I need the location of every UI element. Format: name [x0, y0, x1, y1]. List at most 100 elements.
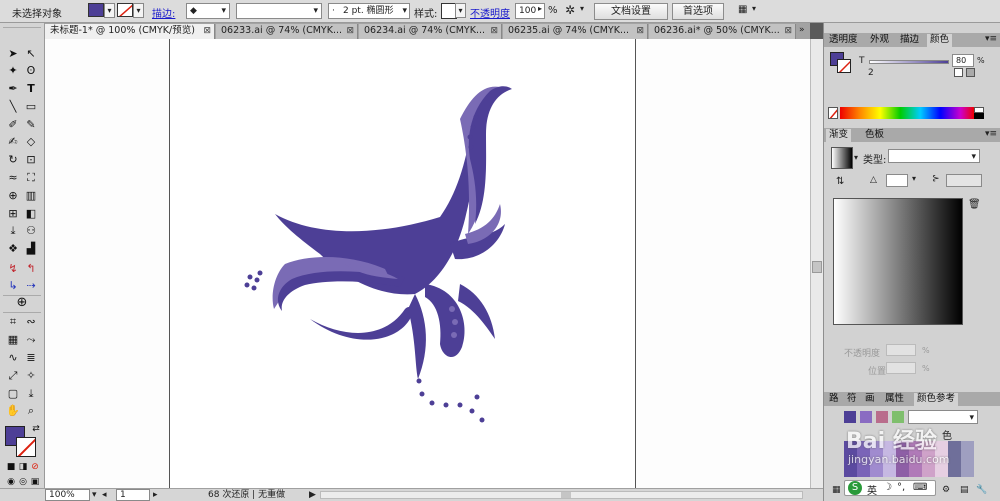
opacity-arrow[interactable]: ▸ — [538, 4, 542, 13]
symbol-sprayer-icon[interactable]: ❖ — [5, 242, 21, 256]
tint-value[interactable]: 80 — [952, 54, 974, 67]
tools-icon[interactable]: 🔧 — [976, 485, 987, 495]
toolbar-stroke-swatch[interactable] — [16, 437, 36, 457]
tab-brushes[interactable]: 画 — [862, 393, 878, 406]
zoom-field[interactable]: 100% — [45, 489, 90, 501]
custom-tool-red-icon[interactable]: ↯ — [5, 262, 21, 276]
gradient-thumbnail[interactable] — [831, 147, 853, 169]
custom-tool-blue-icon[interactable]: ↳ — [5, 279, 21, 293]
tab-pathfinder[interactable]: 路 — [826, 393, 842, 406]
gradient-opacity-field[interactable] — [886, 344, 916, 356]
page-field[interactable]: 1 — [116, 489, 150, 501]
close-tab-icon[interactable]: ⊠ — [203, 24, 211, 38]
close-tab-icon[interactable]: ⊠ — [784, 24, 792, 38]
ime-moon-icon[interactable]: ☽ — [883, 482, 892, 493]
mesh-tool-icon[interactable]: ⊞ — [5, 207, 21, 221]
rectangle-tool-icon[interactable]: ▭ — [23, 100, 39, 114]
horizontal-scrollbar[interactable] — [320, 491, 803, 499]
websafe-icon[interactable] — [966, 68, 975, 77]
tab-document-1[interactable]: 未标题-1* @ 100% (CMYK/预览) ⊠ — [45, 24, 215, 39]
line-tool-icon[interactable]: ╲ — [5, 100, 21, 114]
magic-wand-icon[interactable]: ✦ — [5, 64, 21, 78]
perspective-grid-icon[interactable]: ▥ — [23, 189, 39, 203]
ime-punct-icon[interactable]: °, — [897, 482, 905, 493]
octopus-artwork[interactable] — [170, 39, 635, 488]
color-spectrum[interactable] — [840, 107, 974, 119]
variable-width-field[interactable]: ▾ — [236, 3, 322, 19]
tab-gradient[interactable]: 渐变 — [826, 129, 852, 142]
reverse-gradient-icon[interactable]: ⇅ — [836, 176, 844, 187]
knife-tool-icon[interactable]: ⤳ — [23, 333, 39, 347]
zoom-dropdown[interactable]: ▾ — [92, 489, 97, 501]
tab-document-5[interactable]: 06236.ai* @ 50% (CMYK... ⊠ — [649, 24, 796, 39]
eyedropper-2-icon[interactable]: ⤓ — [23, 387, 39, 401]
paintbrush-icon[interactable]: ✐ — [5, 118, 21, 132]
screen-mode-icon[interactable]: ▣ — [27, 475, 43, 489]
swap-colors-icon[interactable]: ⇄ — [28, 422, 44, 436]
close-tab-icon[interactable]: ⊠ — [490, 24, 498, 38]
hand-tool-icon[interactable]: ✋ — [5, 404, 21, 418]
hscroll-thumb[interactable] — [561, 492, 571, 498]
tab-attributes[interactable]: 属性 — [882, 393, 907, 406]
harmony-select[interactable]: ▾ — [908, 410, 978, 424]
custom-tool-red-2-icon[interactable]: ↰ — [23, 262, 39, 276]
location-field[interactable] — [886, 362, 916, 374]
arrange-dropdown[interactable]: ▾ — [752, 4, 756, 13]
target-icon[interactable]: ⊕ — [14, 296, 30, 310]
tint-slider[interactable] — [869, 60, 949, 64]
brush-definition-field[interactable]: · 2 pt. 椭圆形 ▾ — [328, 3, 410, 19]
tab-document-4[interactable]: 06235.ai @ 74% (CMYK... ⊠ — [503, 24, 648, 39]
close-tab-icon[interactable]: ⊠ — [636, 24, 644, 38]
gradient-thumb-dropdown[interactable]: ▾ — [854, 153, 858, 162]
tab-color-guide[interactable]: 颜色参考 — [914, 393, 959, 406]
black-swatch[interactable] — [974, 113, 984, 119]
artboard[interactable] — [169, 39, 636, 488]
zoom-tool-icon[interactable]: ⌕ — [23, 404, 39, 418]
fill-swatch[interactable] — [88, 3, 104, 17]
gradient-preview[interactable] — [833, 198, 963, 325]
edit-colors-icon[interactable]: ⚙ — [942, 485, 950, 495]
slice-tool-icon[interactable]: ∾ — [23, 315, 39, 329]
angle-dropdown[interactable]: ▾ — [912, 174, 916, 183]
eyedropper-icon[interactable]: ⤓ — [5, 224, 21, 238]
preferences-button[interactable]: 首选项 — [672, 3, 724, 20]
artboard-tool-icon[interactable]: ⌗ — [5, 315, 21, 329]
guide-swatch-2[interactable] — [876, 411, 888, 423]
free-transform-icon[interactable]: ⛶ — [23, 171, 39, 185]
tab-color[interactable]: 颜色 — [927, 34, 953, 47]
vertical-scrollbar[interactable] — [810, 39, 823, 488]
tab-document-2[interactable]: 06233.ai @ 74% (CMYK... ⊠ — [216, 24, 358, 39]
angle-field[interactable] — [886, 174, 908, 187]
trash-icon[interactable]: 🗑 — [968, 199, 981, 210]
gradient-menu-icon[interactable]: ▾≡ — [985, 129, 997, 139]
tab-swatches[interactable]: 色板 — [862, 129, 887, 142]
stroke-swatch[interactable] — [117, 3, 133, 17]
ime-logo-icon[interactable]: S — [848, 481, 862, 495]
none-mode-icon[interactable]: ⊘ — [27, 460, 43, 474]
live-paint-icon[interactable]: ≣ — [23, 351, 39, 365]
guide-footer-icon[interactable]: ▦ — [832, 485, 841, 495]
stroke-dropdown[interactable]: ▾ — [133, 3, 144, 18]
stroke-link[interactable]: 描边: — [152, 5, 175, 20]
pencil-icon[interactable]: ✎ — [23, 118, 39, 132]
guide-swatch-3[interactable] — [892, 411, 904, 423]
tab-appearance[interactable]: 外观 — [867, 34, 892, 47]
rotate-tool-icon[interactable]: ↻ — [5, 153, 21, 167]
selection-tool-icon[interactable]: ➤ — [5, 47, 21, 61]
panel-menu-icon[interactable]: ▾≡ — [985, 34, 997, 44]
custom-tool-blue-2-icon[interactable]: ⇢ — [23, 279, 39, 293]
eraser-icon[interactable]: ◇ — [23, 135, 39, 149]
blob-brush-icon[interactable]: ✍ — [5, 135, 21, 149]
doc-setup-button[interactable]: 文档设置 — [594, 3, 668, 20]
gradient-type-select[interactable]: ▾ — [888, 149, 980, 163]
tab-symbols[interactable]: 符 — [844, 393, 860, 406]
crop-tool-icon[interactable]: ▢ — [5, 387, 21, 401]
arrange-icon[interactable]: ▦ — [738, 4, 747, 15]
gradient-tool-icon[interactable]: ◧ — [23, 207, 39, 221]
tab-document-3[interactable]: 06234.ai @ 74% (CMYK... ⊠ — [359, 24, 502, 39]
stroke-weight-field[interactable]: ◆ ▾ — [186, 3, 230, 19]
type-tool-icon[interactable]: T — [23, 82, 39, 96]
scroll-thumb[interactable] — [812, 261, 822, 273]
none-color-icon[interactable] — [828, 107, 838, 119]
reshape-tool-icon[interactable]: ∿ — [5, 351, 21, 365]
